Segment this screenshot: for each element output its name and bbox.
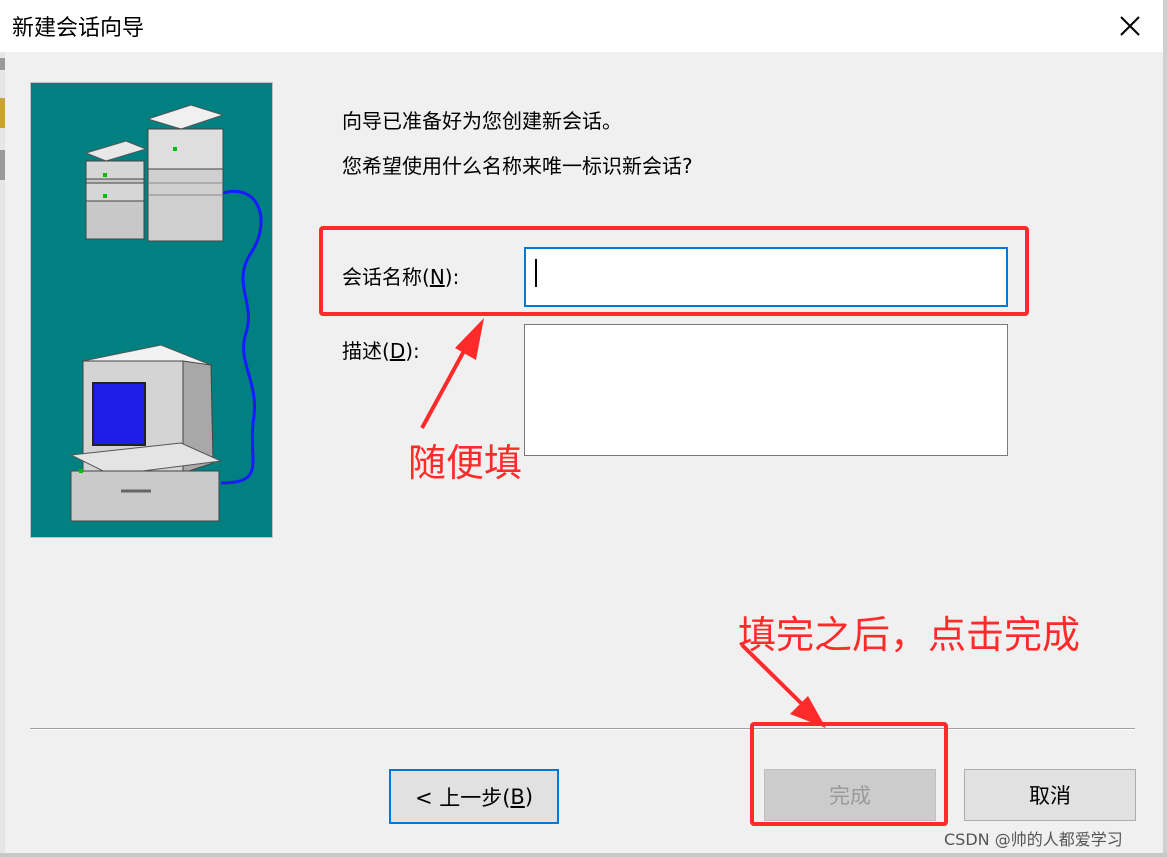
window-title: 新建会话向导 [12, 16, 145, 41]
description-textarea[interactable] [524, 324, 1008, 456]
server-small-icon [84, 140, 148, 240]
cancel-button[interactable]: 取消 [964, 769, 1136, 821]
question-text: 您希望使用什么名称来唯一标识新会话? [342, 154, 693, 178]
watermark: CSDN @帅的人都爱学习 [944, 830, 1123, 849]
server-tall-icon [146, 104, 225, 242]
title-bar: 新建会话向导 [0, 0, 1167, 52]
annotation-fill-anything: 随便填 [408, 441, 523, 485]
network-computers-icon [69, 104, 263, 522]
close-button[interactable] [1096, 0, 1164, 52]
window-frame-bottom [0, 853, 1167, 857]
annotation-click-finish: 填完之后，点击完成 [738, 613, 1081, 657]
window-frame-right [1163, 0, 1167, 857]
intro-text: 向导已准备好为您创建新会话。 [342, 109, 622, 133]
desktop-computer-icon [69, 344, 223, 522]
separator [30, 728, 1135, 730]
description-label: 描述(D): [342, 339, 420, 363]
back-button[interactable]: < 上一步(B) [389, 769, 559, 824]
annotation-box-finish [750, 722, 948, 826]
wizard-illustration [30, 82, 273, 538]
close-icon [1120, 16, 1140, 36]
annotation-box-session-name [319, 226, 1029, 316]
